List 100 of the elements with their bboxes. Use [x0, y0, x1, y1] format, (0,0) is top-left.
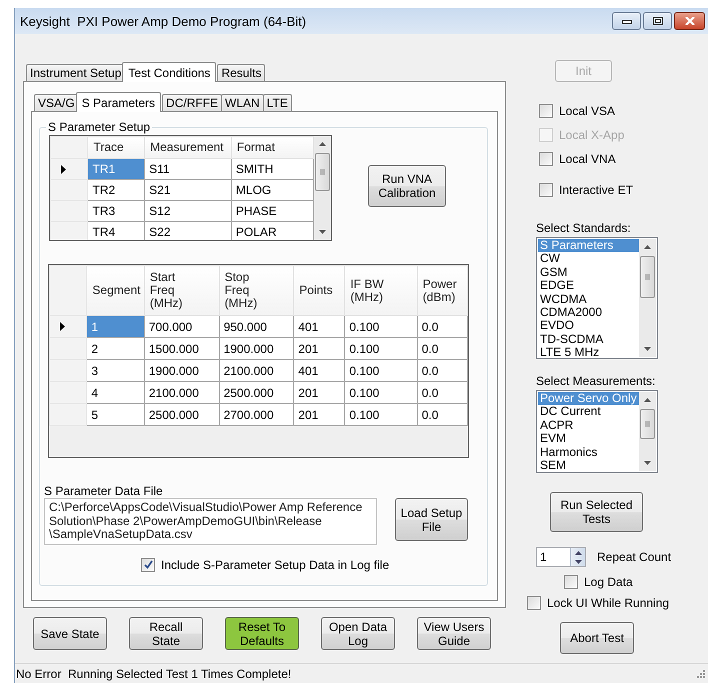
table-cell[interactable]: 0.0	[417, 338, 468, 360]
list-item[interactable]: Harmonics	[538, 446, 639, 460]
table-cell[interactable]: 950.000	[219, 316, 294, 338]
checkmark-icon	[144, 560, 152, 569]
table-cell[interactable]: 4	[86, 382, 144, 404]
table-cell[interactable]: 0.0	[417, 404, 468, 426]
table-cell[interactable]: S11	[144, 158, 232, 180]
tab[interactable]: S Parameters	[76, 92, 162, 112]
table-cell[interactable]: 0.0	[417, 382, 468, 404]
table-cell[interactable]: 1900.000	[144, 360, 220, 382]
down-arrow-icon[interactable]	[574, 560, 582, 564]
down-arrow-icon[interactable]	[644, 461, 651, 465]
run-tests-button[interactable]: Run Selected Tests	[550, 492, 643, 532]
table-cell[interactable]: 2500.000	[144, 404, 220, 426]
list-box[interactable]: Power Servo Only DC Current ACPR EVM Harmonics SEM	[536, 390, 658, 473]
table-cell[interactable]: TR2	[88, 180, 145, 200]
list-item[interactable]: GSM	[538, 266, 639, 280]
table-cell[interactable]: 700.000	[144, 316, 220, 338]
table-cell[interactable]: 0.0	[417, 316, 468, 338]
list-item[interactable]: ACPR	[538, 418, 639, 432]
table-cell[interactable]: 1900.000	[219, 338, 294, 360]
tab[interactable]: LTE	[262, 94, 292, 111]
table-cell[interactable]: TR3	[88, 200, 145, 222]
table-cell[interactable]: 2100.000	[144, 382, 220, 404]
table-cell[interactable]: 0.100	[344, 316, 418, 338]
checkbox[interactable]: Include S-Parameter Setup Data in Log file	[141, 556, 390, 573]
tab[interactable]: WLAN	[221, 94, 264, 111]
up-arrow-icon[interactable]	[644, 245, 651, 249]
down-arrow-icon[interactable]	[644, 347, 651, 351]
list-item[interactable]: WCDMA	[538, 292, 639, 306]
up-arrow-icon[interactable]	[644, 398, 651, 402]
status-text: No Error Running Selected Test 1 Times Complete!	[15, 666, 292, 680]
table-cell[interactable]: S22	[144, 222, 232, 240]
action-button[interactable]: Reset To Defaults	[225, 617, 299, 650]
list-item[interactable]: CDMA2000	[538, 306, 639, 320]
checkbox[interactable]: Local VSA	[539, 102, 616, 119]
table-cell[interactable]: 2	[86, 338, 144, 360]
table-cell[interactable]: 401	[294, 360, 345, 382]
maximize-button[interactable]	[643, 12, 672, 30]
table-cell[interactable]: 0.0	[417, 360, 468, 382]
tab[interactable]: DC/RFFE	[162, 94, 222, 111]
column-header: IF BW (MHz)	[350, 278, 385, 304]
up-arrow-icon[interactable]	[574, 550, 582, 554]
table-cell[interactable]: 3	[86, 360, 144, 382]
calibration-button[interactable]: Run VNA Calibration	[368, 165, 446, 207]
checkbox[interactable]: Lock UI While Running	[527, 594, 670, 612]
list-item[interactable]: LTE 5 MHz	[538, 346, 639, 357]
list-box[interactable]: S Parameters CW GSM EDGE WCDMA CDMA2000 EVDO TD-SCDMA LTE 5 MHz	[536, 237, 658, 359]
table-cell[interactable]: 0.100	[344, 360, 418, 382]
action-button[interactable]: Recall State	[129, 617, 203, 650]
list-item[interactable]: SEM	[538, 459, 639, 471]
minimize-button[interactable]	[612, 12, 641, 30]
tab[interactable]: Test Conditions	[122, 62, 216, 82]
table-cell[interactable]: 401	[294, 316, 345, 338]
list-item[interactable]: EVM	[538, 432, 639, 446]
table-cell[interactable]: 2700.000	[219, 404, 294, 426]
table-cell[interactable]: 201	[294, 404, 345, 426]
spin-field[interactable]: 1	[536, 547, 586, 567]
grip-icon	[320, 170, 326, 174]
table-cell[interactable]: SMITH	[231, 158, 314, 180]
scrollbar[interactable]	[639, 239, 656, 357]
grip-icon	[644, 274, 650, 280]
list-item[interactable]: CW	[538, 252, 639, 266]
scrollbar[interactable]	[314, 136, 331, 240]
table-cell[interactable]: S21	[144, 180, 232, 200]
list-item[interactable]: EVDO	[538, 319, 639, 333]
table-cell[interactable]: MLOG	[231, 180, 314, 200]
scrollbar[interactable]	[639, 392, 656, 471]
abort-button[interactable]: Abort Test	[560, 622, 634, 654]
table-cell[interactable]: 2500.000	[219, 382, 294, 404]
list-item[interactable]: EDGE	[538, 279, 639, 293]
tab[interactable]: Results	[217, 64, 266, 81]
up-arrow-icon[interactable]	[319, 142, 326, 146]
size-grip-icon[interactable]	[696, 669, 705, 678]
close-button[interactable]	[674, 12, 705, 30]
table-cell[interactable]: 0.100	[344, 404, 418, 426]
tab[interactable]: VSA/G	[34, 94, 79, 111]
action-button[interactable]: View Users Guide	[417, 617, 491, 650]
table-cell[interactable]: PHASE	[231, 200, 314, 222]
table-cell[interactable]: S12	[144, 200, 232, 222]
table-cell[interactable]: 1500.000	[144, 338, 220, 360]
load-button[interactable]: Load Setup File	[395, 498, 468, 541]
list-item[interactable]: TD-SCDMA	[538, 332, 639, 346]
input-field[interactable]: C:\Perforce\AppsCode\VisualStudio\Power Amp Reference Solution\Phase 2\PowerAmpDemoGUI\bin\Release \SampleVnaSetupData.csv	[44, 498, 377, 545]
table-cell[interactable]: 201	[294, 338, 345, 360]
table-cell[interactable]: 2100.000	[219, 360, 294, 382]
group-title: S Parameter Setup	[47, 120, 152, 134]
list-item[interactable]: DC Current	[538, 405, 639, 419]
checkbox[interactable]: Interactive ET	[539, 182, 634, 198]
table-cell[interactable]: 5	[86, 404, 144, 426]
action-button[interactable]: Open Data Log	[321, 617, 395, 650]
table-cell[interactable]: 0.100	[344, 338, 418, 360]
down-arrow-icon[interactable]	[319, 230, 326, 234]
table-cell[interactable]: 201	[294, 382, 345, 404]
table-cell[interactable]: TR4	[88, 222, 145, 240]
action-button[interactable]: Save State	[33, 617, 107, 650]
checkbox[interactable]: Log Data	[564, 573, 633, 590]
checkbox[interactable]: Local VNA	[539, 150, 616, 167]
table-cell[interactable]: POLAR	[231, 222, 314, 240]
table-cell[interactable]: 0.100	[344, 382, 418, 404]
